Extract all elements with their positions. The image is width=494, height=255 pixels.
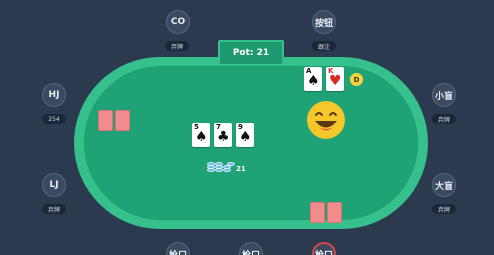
card-back [98,110,113,131]
seat-button-name: 按钮 [314,18,333,29]
seat-utg-3-name: 枪口 [315,248,333,255]
board-card: 9 ♠ [236,123,254,147]
seat-hj-stack: 254 [42,114,66,124]
seat-co-name: CO [170,17,186,27]
hero-card: K ♥ [326,67,344,91]
seat-hj-name: HJ [48,90,60,100]
seat-small-blind-status: 弃牌 [432,114,456,124]
smiley-face-icon [307,101,345,139]
seat-big-blind-name: 大盲 [434,181,453,192]
seat-utg-1[interactable]: 枪口 [166,242,190,255]
seat-utg-1-name: 枪口 [169,248,187,255]
seat-big-blind-status: 弃牌 [432,204,456,214]
hero-card: A ♠ [304,67,322,91]
seat-small-blind-name: 小盲 [434,91,453,102]
seat-lj[interactable]: LJ [42,173,66,197]
seat-small-blind[interactable]: 小盲 [432,83,456,107]
seat-co-status: 弃牌 [165,41,189,51]
seat-co[interactable]: CO [166,10,190,34]
card-back [310,202,325,223]
spade-icon: ♠ [307,73,320,89]
heart-icon: ♥ [329,73,342,89]
club-icon: ♣ [217,129,230,145]
card-back [115,110,130,131]
pot-display: Pot: 21 [218,40,284,66]
seat-button[interactable]: 按钮 [312,10,336,34]
seat-utg-2-name: 枪口 [242,248,260,255]
seat-utg-3[interactable]: 枪口 [312,242,336,255]
seat-utg-2[interactable]: 枪口 [239,242,263,255]
spade-icon: ♠ [195,129,208,145]
board-card: 7 ♣ [214,123,232,147]
seat-button-status: 跟注 [312,41,336,51]
poker-stage: Pot: 21 CO 弃牌 按钮 跟注 HJ 254 小盲 弃牌 LJ 弃牌 大… [0,0,494,255]
card-back [327,202,342,223]
board-card: 5 ♠ [192,123,210,147]
spade-icon: ♠ [239,129,252,145]
seat-lj-name: LJ [49,180,59,190]
seat-big-blind[interactable]: 大盲 [432,173,456,197]
seat-lj-status: 弃牌 [42,204,66,214]
dealer-button: D [350,73,363,86]
chip-amount: 21 [236,165,246,173]
seat-hj[interactable]: HJ [42,83,66,107]
